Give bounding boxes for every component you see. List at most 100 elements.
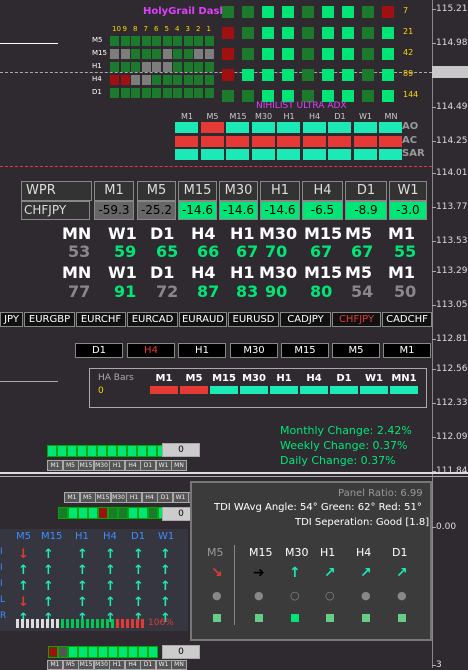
- holygrail-right-value: 21: [403, 27, 414, 36]
- strength-label: M15: [304, 224, 343, 243]
- holygrail-cell: [110, 62, 119, 72]
- arrow-col-label: D1: [131, 531, 146, 542]
- status-dot-icon: ●: [212, 589, 222, 602]
- pair-button[interactable]: EURCAD: [127, 312, 178, 327]
- up-arrow-icon: ↑: [77, 595, 88, 610]
- holygrail-title: HolyGrail Dash: [143, 6, 227, 17]
- holygrail-right-cell: [322, 69, 334, 81]
- habars-title: HA Bars: [98, 373, 134, 383]
- mini-label: H1: [109, 460, 125, 471]
- nihilist-cell: [302, 122, 326, 133]
- holygrail-cell: [131, 49, 140, 59]
- price-label: 112.330: [436, 398, 468, 408]
- holygrail-cell: [152, 75, 161, 85]
- strength-value: 67: [236, 242, 259, 261]
- holygrail-right-cell: [322, 48, 334, 60]
- nihilist-cell: [200, 122, 224, 133]
- holygrail-number: 8: [133, 25, 138, 33]
- up-arrow-icon: ↑: [133, 595, 144, 610]
- holygrail-cell: [120, 75, 130, 85]
- subwindow-separator-2: [0, 476, 468, 477]
- buy-arrow-icon: ↗: [396, 565, 408, 581]
- mini-label: D1: [140, 660, 156, 670]
- holygrail-right-cell: [282, 48, 294, 60]
- habars-col-label: M30: [242, 373, 266, 384]
- pair-button[interactable]: EURGBP: [24, 312, 75, 327]
- mini-label: M15: [78, 660, 94, 670]
- nihilist-cell: [302, 149, 326, 160]
- pair-button[interactable]: CADCHF: [382, 312, 432, 327]
- strength-value: 91: [114, 282, 137, 301]
- holygrail-right-cell: [362, 48, 374, 60]
- mini-label: M1: [47, 460, 63, 471]
- red-level-line: [0, 166, 432, 168]
- mini-bar: [118, 507, 128, 519]
- pair-button[interactable]: EURAUD: [179, 312, 227, 327]
- current-price-marker: [432, 66, 468, 78]
- holygrail-cell: [194, 75, 203, 85]
- holygrail-row-label: M5: [92, 36, 103, 44]
- up-arrow-icon: ↑: [18, 563, 29, 578]
- tdi-col-label: M5: [207, 546, 224, 559]
- buy-arrow-icon: ↗: [324, 565, 336, 581]
- strength-strip-segment: [116, 619, 119, 628]
- tdi-separation: TDI Seperation: Good [1.8]: [295, 517, 430, 528]
- holygrail-cell: [162, 49, 172, 59]
- mini-bar: [118, 646, 128, 658]
- price-tick: [432, 437, 436, 438]
- holygrail-cell: [141, 88, 151, 98]
- mini-bar: [138, 646, 148, 658]
- holygrail-cell: [110, 88, 119, 98]
- weekly-change: Weekly Change: 0.37%: [280, 439, 408, 452]
- holygrail-cell: [152, 62, 161, 72]
- holygrail-right-cell: [302, 69, 314, 81]
- nihilist-cell: [226, 122, 249, 133]
- pair-button[interactable]: CADJPY: [280, 312, 331, 327]
- price-label: 114.495: [436, 102, 468, 112]
- wpr-value: -25.2: [137, 201, 176, 220]
- pair-button[interactable]: EURUSD: [228, 312, 279, 327]
- tdi-col-label: D1: [392, 546, 408, 559]
- holygrail-cell: [194, 36, 203, 46]
- strength-label: M30: [259, 224, 298, 243]
- holygrail-cell: [162, 62, 172, 72]
- price-tick: [432, 665, 436, 666]
- mini-label: H4: [124, 660, 141, 670]
- monthly-change: Monthly Change: 2.42%: [280, 424, 412, 437]
- nihilist-cell: [353, 149, 377, 160]
- mini-bar: [147, 445, 157, 457]
- strength-strip-segment: [31, 619, 34, 628]
- wpr-col-header: W1: [389, 181, 427, 201]
- pair-button[interactable]: JPY: [0, 312, 23, 327]
- up-arrow-icon: ↑: [160, 595, 171, 610]
- nihilist-col-label: W1: [359, 112, 372, 121]
- holygrail-cell: [162, 75, 172, 85]
- up-arrow-icon: ↑: [160, 579, 171, 594]
- mini-label: M5: [79, 492, 96, 503]
- holygrail-cell: [141, 62, 151, 72]
- daily-change: Daily Change: 0.37%: [280, 454, 396, 467]
- status-dot-icon: ●: [361, 589, 371, 602]
- price-tick: [432, 43, 436, 44]
- mini-label: M5: [62, 660, 79, 670]
- timeframe-box: D1: [75, 343, 123, 358]
- nihilist-col-label: M5: [206, 112, 219, 121]
- holygrail-right-cell: [262, 6, 274, 18]
- status-dot-icon: ○: [290, 589, 300, 602]
- habars-cell: [180, 386, 208, 394]
- strength-value: 66: [197, 242, 220, 261]
- mini-bar: [98, 646, 108, 658]
- holygrail-right-cell: [342, 6, 354, 18]
- mini-label: M1: [47, 660, 63, 670]
- habars-cell: [390, 386, 418, 394]
- mini-bar: [68, 507, 78, 519]
- holygrail-number: 7: [143, 25, 148, 33]
- strength-value: 87: [197, 282, 220, 301]
- wpr-symbol: CHFJPY: [21, 201, 90, 220]
- price-tick: [432, 207, 436, 208]
- pair-button[interactable]: CHFJPY: [332, 312, 381, 327]
- pair-button[interactable]: EURCHF: [76, 312, 126, 327]
- status-dot-icon: ○: [325, 589, 335, 602]
- up-arrow-icon: ↑: [105, 547, 116, 562]
- habars-col-label: MN1: [391, 373, 417, 384]
